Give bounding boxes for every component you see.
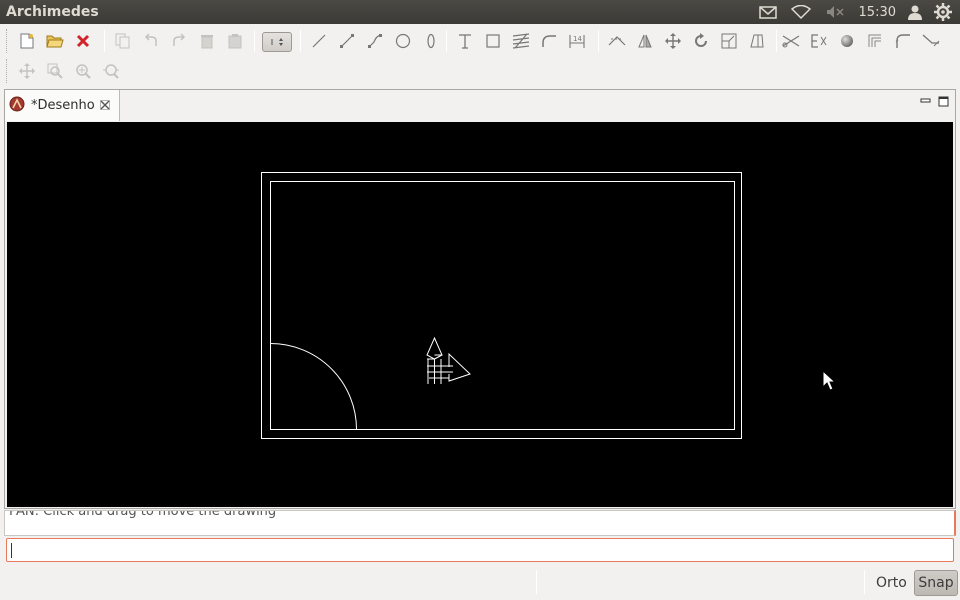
text-caret xyxy=(11,543,12,558)
console-message-text: PAN: Click and drag to move the drawing xyxy=(9,510,277,519)
redo-icon[interactable] xyxy=(168,30,190,52)
status-divider xyxy=(864,570,865,594)
snap-toggle[interactable]: Snap xyxy=(914,570,958,596)
tab-label: *Desenho xyxy=(31,98,95,113)
extend-icon[interactable] xyxy=(920,30,942,52)
toolbar-separator xyxy=(446,30,447,52)
toolbar-grip[interactable] xyxy=(6,59,10,83)
door-swing-arc[interactable] xyxy=(270,343,357,430)
ucs-axes-icon xyxy=(426,336,471,384)
arc-polyline-icon[interactable] xyxy=(364,30,386,52)
drawing-canvas[interactable] xyxy=(7,122,953,507)
mail-icon[interactable] xyxy=(758,0,777,24)
offset-icon[interactable] xyxy=(864,30,886,52)
move-icon[interactable] xyxy=(662,30,684,52)
wifi-icon[interactable] xyxy=(790,0,811,24)
drawing-svg xyxy=(261,172,837,439)
undo-icon[interactable] xyxy=(140,30,162,52)
command-input[interactable] xyxy=(6,538,954,562)
status-bar: Orto Snap xyxy=(0,566,960,600)
volume-muted-icon[interactable] xyxy=(825,0,845,24)
dimension-icon[interactable]: 14 xyxy=(566,30,588,52)
text-icon[interactable] xyxy=(454,30,476,52)
main-toolbar: 14 xyxy=(0,26,960,56)
new-file-icon[interactable] xyxy=(16,30,38,52)
clock[interactable]: 15:30 xyxy=(859,0,896,24)
mirror-icon[interactable] xyxy=(634,30,656,52)
archimedes-app-icon xyxy=(9,96,25,116)
toolbar-separator xyxy=(598,30,599,52)
status-divider xyxy=(536,570,537,594)
editor-area: *Desenho xyxy=(4,89,956,509)
zoom-extents-icon[interactable] xyxy=(100,60,122,82)
scale-icon[interactable] xyxy=(718,30,740,52)
toolbar-separator xyxy=(776,30,777,52)
top-panel: Archimedes 15:30 xyxy=(0,0,960,24)
rectangle-icon[interactable] xyxy=(482,30,504,52)
paste-icon[interactable] xyxy=(224,30,246,52)
toolbar-separator xyxy=(104,30,105,52)
user-icon[interactable] xyxy=(908,0,922,24)
toolbar-grip[interactable] xyxy=(6,29,10,53)
circle-icon[interactable] xyxy=(392,30,414,52)
cut-icon[interactable] xyxy=(780,30,802,52)
close-red-icon[interactable] xyxy=(72,30,94,52)
copy-icon[interactable] xyxy=(112,30,134,52)
sphere-icon[interactable] xyxy=(836,30,858,52)
ellipse-icon[interactable] xyxy=(420,30,442,52)
line-icon[interactable] xyxy=(308,30,330,52)
indicator-area: 15:30 xyxy=(747,0,960,24)
svg-text:14: 14 xyxy=(573,35,582,43)
pan-icon[interactable] xyxy=(16,60,38,82)
tab-close-icon[interactable] xyxy=(99,99,110,113)
tab-desenho[interactable]: *Desenho xyxy=(5,90,120,121)
trim-icon[interactable] xyxy=(606,30,628,52)
toolbar-separator xyxy=(254,30,255,52)
open-folder-icon[interactable] xyxy=(44,30,66,52)
zoom-window-icon[interactable] xyxy=(44,60,66,82)
minimize-icon[interactable] xyxy=(920,96,932,108)
explode-icon[interactable] xyxy=(808,30,830,52)
zoom-in-icon[interactable] xyxy=(72,60,94,82)
rotate-icon[interactable] xyxy=(690,30,712,52)
outer-wall-rect[interactable] xyxy=(261,172,742,439)
toolbar-separator xyxy=(300,30,301,52)
fillet-arc-icon[interactable] xyxy=(538,30,560,52)
delete-icon[interactable] xyxy=(196,30,218,52)
app-title: Archimedes xyxy=(6,4,99,20)
hatch-icon[interactable] xyxy=(510,30,532,52)
mouse-cursor xyxy=(822,369,837,391)
stretch-icon[interactable] xyxy=(746,30,768,52)
view-toolbar xyxy=(0,56,960,86)
console-message: PAN: Click and drag to move the drawing xyxy=(4,510,956,536)
maximize-icon[interactable] xyxy=(938,96,950,108)
polyline-icon[interactable] xyxy=(336,30,358,52)
power-gear-icon[interactable] xyxy=(934,0,952,24)
inner-wall-rect[interactable] xyxy=(270,181,735,430)
orto-toggle[interactable]: Orto xyxy=(870,572,913,594)
layer-combo[interactable] xyxy=(262,32,292,52)
fillet-icon[interactable] xyxy=(892,30,914,52)
